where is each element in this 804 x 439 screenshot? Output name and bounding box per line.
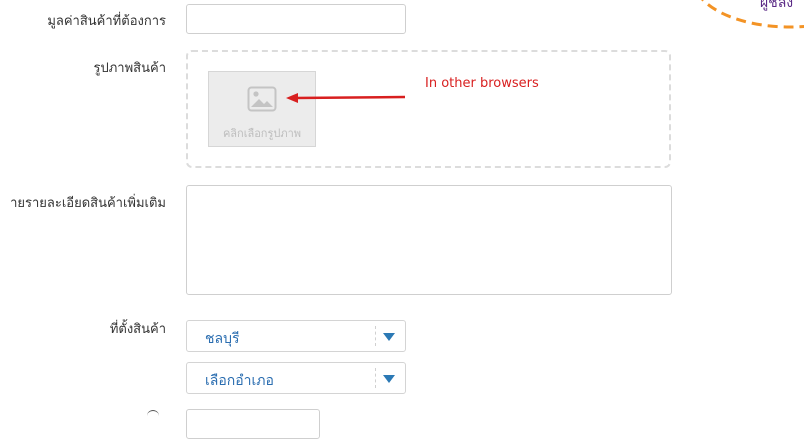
province-select-value: ชลบุรี bbox=[205, 331, 240, 347]
district-select[interactable]: เลือกอำเภอ bbox=[186, 362, 406, 394]
select-divider bbox=[375, 368, 376, 388]
image-icon bbox=[247, 86, 277, 112]
select-divider bbox=[375, 326, 376, 346]
desired-value-input[interactable] bbox=[186, 4, 406, 34]
next-field-input[interactable] bbox=[186, 409, 320, 439]
chevron-down-icon[interactable] bbox=[383, 375, 395, 383]
corner-text: ผู้ชลง bbox=[760, 0, 794, 11]
annotation-text: In other browsers bbox=[425, 76, 539, 91]
description-label: ายรายละเอียดสินค้าเพิ่มเติม bbox=[10, 196, 166, 211]
chevron-down-icon[interactable] bbox=[383, 333, 395, 341]
province-select[interactable]: ชลบุรี bbox=[186, 320, 406, 352]
image-label: รูปภาพสินค้า bbox=[93, 61, 167, 76]
annotation-arrow bbox=[286, 93, 406, 103]
image-upload-text: คลิกเลือกรูปภาพ bbox=[222, 127, 302, 140]
image-upload-button[interactable]: คลิกเลือกรูปภาพ bbox=[208, 71, 316, 147]
desired-value-label: มูลค่าสินค้าที่ต้องการ bbox=[47, 14, 166, 29]
location-label: ที่ตั้งสินค้า bbox=[109, 322, 166, 337]
district-select-value: เลือกอำเภอ bbox=[205, 373, 274, 389]
description-textarea[interactable] bbox=[186, 185, 672, 295]
